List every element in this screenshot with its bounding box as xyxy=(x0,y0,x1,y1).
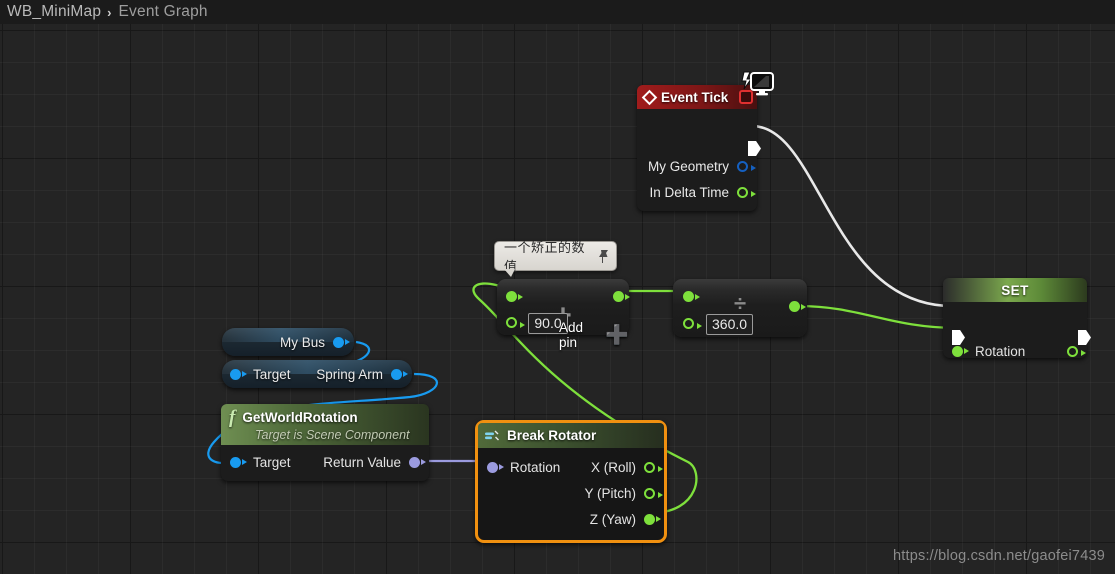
node-get-world-rotation-header[interactable]: f GetWorldRotation Target is Scene Compo… xyxy=(221,404,429,445)
node-event-tick-body: My Geometry In Delta Time xyxy=(637,109,761,211)
monitor-lightning-icon xyxy=(741,71,774,96)
divide-operator-symbol: ÷ xyxy=(733,291,747,316)
node-divide-float[interactable]: ÷ 360.0 xyxy=(673,279,807,337)
node-event-tick-title: Event Tick xyxy=(661,89,729,105)
tooltip-text: 一个矫正的数值 xyxy=(504,240,586,274)
my-bus-output-pin[interactable] xyxy=(333,336,350,348)
add-output-pin[interactable] xyxy=(613,291,630,302)
node-add-float[interactable]: + 90.0 Add pin ➕ xyxy=(497,279,630,350)
break-struct-icon xyxy=(485,430,499,440)
break-input-label-rotation: Rotation xyxy=(510,459,561,475)
break-output-pin-y-pitch[interactable] xyxy=(644,487,663,499)
set-rotation-label: Rotation xyxy=(975,343,1026,359)
node-get-my-bus[interactable]: My Bus xyxy=(222,328,354,356)
set-rotation-input-pin[interactable] xyxy=(952,345,969,357)
node-event-tick[interactable]: Event Tick My Geometry In Delta Time xyxy=(637,71,774,211)
node-get-world-rotation-body: Target Return Value xyxy=(221,445,429,481)
break-output-label-z-yaw: Z (Yaw) xyxy=(589,511,636,527)
node-break-rotator-title: Break Rotator xyxy=(507,428,597,443)
break-row-y-pitch[interactable]: Y (Pitch) xyxy=(478,480,664,506)
spring-arm-output-pin[interactable] xyxy=(391,368,408,380)
break-output-label-y-pitch: Y (Pitch) xyxy=(584,485,636,501)
divide-value-field[interactable]: 360.0 xyxy=(706,314,754,335)
chevron-right-icon: › xyxy=(107,4,112,20)
gwr-input-pin-target[interactable] xyxy=(230,456,247,468)
output-label-my-geometry: My Geometry xyxy=(647,158,729,174)
gwr-output-pin-return-value[interactable] xyxy=(409,456,426,468)
node-set-body: Rotation xyxy=(943,302,1091,359)
tooltip-tail xyxy=(504,269,515,277)
output-label-in-delta-time: In Delta Time xyxy=(649,184,729,200)
output-row-in-delta-time[interactable]: In Delta Time xyxy=(637,179,757,205)
breadcrumb-current[interactable]: Event Graph xyxy=(119,3,208,21)
function-f-icon: f xyxy=(229,406,236,428)
tooltip-comment: 一个矫正的数值 xyxy=(494,240,617,277)
node-set-rotation[interactable]: SET Rotation xyxy=(943,278,1091,359)
add-input-pin-a[interactable] xyxy=(506,291,523,302)
divide-output-pin[interactable] xyxy=(789,301,806,312)
blueprint-editor-window: WB_MiniMap › Event Graph Event Tick My G… xyxy=(0,0,1115,574)
node-get-spring-arm[interactable]: Target Spring Arm xyxy=(222,360,412,388)
divide-input-pin-b[interactable] xyxy=(683,318,702,329)
breadcrumb-root[interactable]: WB_MiniMap xyxy=(7,3,101,21)
node-break-rotator[interactable]: Break Rotator Rotation X (Roll) Y (Pitch… xyxy=(475,420,667,543)
gwr-input-label-target: Target xyxy=(253,454,291,470)
spring-arm-input-pin-target[interactable] xyxy=(230,368,247,380)
output-row-my-geometry[interactable]: My Geometry xyxy=(637,153,757,179)
node-get-world-rotation[interactable]: f GetWorldRotation Target is Scene Compo… xyxy=(221,404,429,481)
add-pin-label: Add pin xyxy=(559,320,584,350)
node-set-header[interactable]: SET xyxy=(943,278,1087,302)
my-bus-label: My Bus xyxy=(279,334,325,350)
gwr-row-target[interactable]: Target Return Value xyxy=(221,449,429,475)
node-break-rotator-header[interactable]: Break Rotator xyxy=(478,423,664,448)
add-input-pin-b[interactable] xyxy=(506,317,525,328)
node-break-rotator-body: Rotation X (Roll) Y (Pitch) Z (Yaw) xyxy=(478,448,664,540)
break-row-rotation[interactable]: Rotation X (Roll) xyxy=(478,454,664,480)
set-rotation-output-pin[interactable] xyxy=(1067,345,1086,357)
add-pin-button[interactable]: Add pin ➕ xyxy=(559,320,629,350)
plus-icon: ➕ xyxy=(605,324,629,346)
pushpin-icon[interactable] xyxy=(597,249,610,264)
divide-input-pin-a[interactable] xyxy=(683,291,700,302)
set-rotation-row[interactable]: Rotation xyxy=(943,338,1087,364)
node-set-title: SET xyxy=(1001,282,1029,298)
break-input-pin-rotation[interactable] xyxy=(487,461,504,473)
spring-arm-input-label-target: Target xyxy=(253,366,291,382)
break-output-pin-x-roll[interactable] xyxy=(644,461,663,473)
watermark: https://blog.csdn.net/gaofei7439 xyxy=(893,548,1105,564)
event-diamond-icon xyxy=(641,89,658,105)
node-get-world-rotation-subtitle: Target is Scene Component xyxy=(255,427,410,442)
gwr-output-label-return-value: Return Value xyxy=(323,454,401,470)
break-output-pin-z-yaw[interactable] xyxy=(644,513,661,525)
spring-arm-output-label: Spring Arm xyxy=(316,366,383,382)
breadcrumb: WB_MiniMap › Event Graph xyxy=(0,0,1115,24)
break-row-z-yaw[interactable]: Z (Yaw) xyxy=(478,506,664,532)
output-pin-in-delta-time[interactable] xyxy=(737,186,756,198)
node-event-tick-header[interactable]: Event Tick xyxy=(637,85,757,109)
break-output-label-x-roll: X (Roll) xyxy=(590,459,636,475)
output-pin-my-geometry[interactable] xyxy=(737,160,756,172)
node-get-world-rotation-title: GetWorldRotation xyxy=(242,409,358,425)
